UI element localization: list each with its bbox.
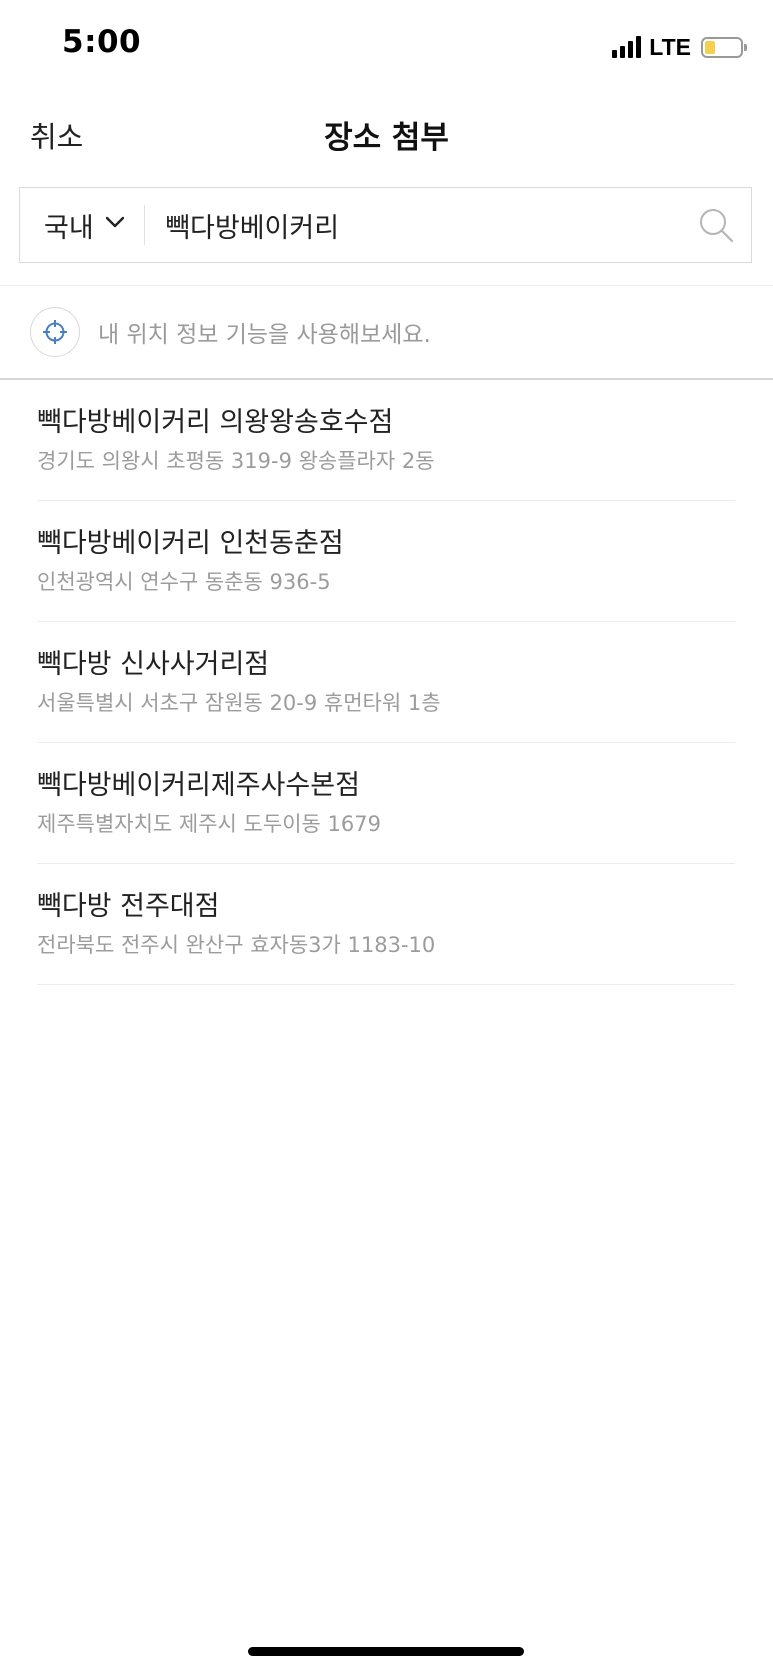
signal-icon [612, 36, 642, 58]
status-indicators: LTE [612, 30, 747, 64]
place-address: 서울특별시 서초구 잠원동 20-9 휴먼타워 1층 [37, 691, 441, 715]
list-item[interactable]: 빽다방 전주대점 전라북도 전주시 완산구 효자동3가 1183-10 [37, 864, 735, 985]
search-icon[interactable] [697, 206, 735, 244]
place-address: 경기도 의왕시 초평동 319-9 왕송플라자 2동 [37, 449, 435, 473]
location-prompt: 내 위치 정보 기능을 사용해보세요. [98, 322, 431, 348]
crosshair-icon [43, 320, 67, 344]
battery-icon [701, 36, 747, 58]
status-bar: 5:00 LTE [0, 0, 773, 92]
search-results-list: 빽다방베이커리 의왕왕송호수점 경기도 의왕시 초평동 319-9 왕송플라자 … [37, 380, 735, 985]
nav-bar: 취소 장소 첨부 [0, 92, 773, 182]
place-name: 빽다방 전주대점 [37, 891, 220, 922]
place-address: 전라북도 전주시 완산구 효자동3가 1183-10 [37, 933, 436, 957]
place-name: 빽다방 신사사거리점 [37, 649, 270, 680]
list-item[interactable]: 빽다방베이커리제주사수본점 제주특별자치도 제주시 도두이동 1679 [37, 743, 735, 864]
region-dropdown[interactable]: 국내 [20, 188, 144, 262]
place-address: 인천광역시 연수구 동춘동 936-5 [37, 570, 331, 594]
list-item[interactable]: 빽다방베이커리 인천동춘점 인천광역시 연수구 동춘동 936-5 [37, 501, 735, 622]
region-label: 국내 [44, 212, 94, 244]
battery-level [705, 40, 716, 54]
page-title: 장소 첨부 [324, 120, 449, 156]
place-name: 빽다방베이커리 인천동춘점 [37, 528, 344, 559]
search-input[interactable] [145, 187, 697, 263]
my-location-banner[interactable]: 내 위치 정보 기능을 사용해보세요. [0, 286, 773, 378]
list-item[interactable]: 빽다방베이커리 의왕왕송호수점 경기도 의왕시 초평동 319-9 왕송플라자 … [37, 380, 735, 501]
locate-button[interactable] [30, 307, 80, 357]
status-time: 5:00 [62, 24, 142, 60]
network-label: LTE [649, 33, 691, 60]
place-name: 빽다방베이커리 의왕왕송호수점 [37, 407, 394, 438]
chevron-down-icon [105, 216, 124, 228]
place-address: 제주특별자치도 제주시 도두이동 1679 [37, 812, 381, 836]
home-indicator[interactable] [248, 1647, 524, 1656]
place-name: 빽다방베이커리제주사수본점 [37, 770, 360, 801]
list-item[interactable]: 빽다방 신사사거리점 서울특별시 서초구 잠원동 20-9 휴먼타워 1층 [37, 622, 735, 743]
search-bar: 국내 [19, 187, 752, 263]
